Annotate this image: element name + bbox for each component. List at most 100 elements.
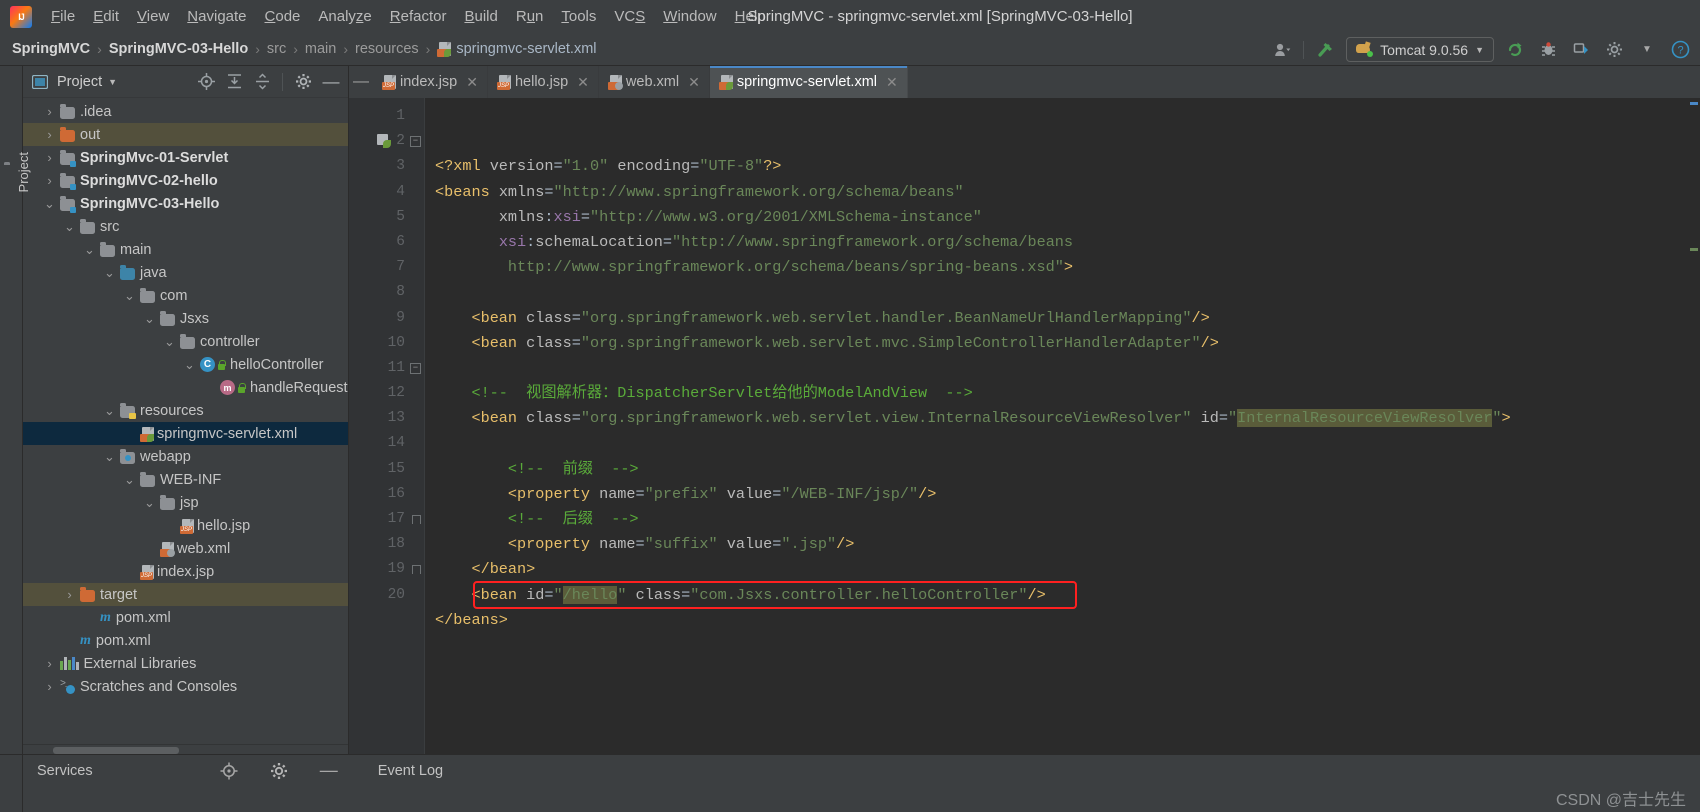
run-configuration-selector[interactable]: Tomcat 9.0.56 ▼ [1346, 37, 1494, 62]
tree-node-handlerequest[interactable]: m handleRequest [23, 376, 348, 399]
tree-node-pom-xml[interactable]: m pom.xml [23, 629, 348, 652]
chevron-down-icon[interactable]: ⌄ [123, 288, 136, 304]
tree-node-index-jsp[interactable]: JSP index.jsp [23, 560, 348, 583]
code-line-15[interactable]: <!-- 后缀 --> [425, 507, 1688, 532]
project-scope-chevron-down-icon[interactable]: ▼ [108, 77, 117, 87]
chevron-right-icon[interactable]: › [43, 104, 56, 119]
services-tab[interactable]: Services [23, 763, 93, 779]
tree-node-springmvc-03-hello[interactable]: ⌄ SpringMVC-03-Hello [23, 192, 348, 215]
fold-end-marker[interactable] [412, 515, 421, 524]
chevron-down-icon[interactable]: ⌄ [43, 196, 56, 212]
tree-node-scratches-and-consoles[interactable]: › >_ Scratches and Consoles [23, 675, 348, 698]
tree-node--idea[interactable]: › .idea [23, 100, 348, 123]
hide-minus-icon[interactable]: — [320, 71, 342, 93]
tree-node-springmvc-01-servlet[interactable]: › SpringMvc-01-Servlet [23, 146, 348, 169]
code-line-13[interactable]: <!-- 前缀 --> [425, 457, 1688, 482]
chevron-down-icon[interactable]: ⌄ [103, 449, 116, 465]
code-line-20[interactable] [425, 633, 1688, 658]
tree-node-out[interactable]: › out [23, 123, 348, 146]
chevron-down-icon[interactable]: ⌄ [183, 357, 196, 373]
event-log-tab[interactable]: Event Log [378, 763, 443, 779]
code-line-7[interactable]: <bean class="org.springframework.web.ser… [425, 306, 1688, 331]
code-line-18[interactable]: <bean id="/hello" class="com.Jsxs.contro… [425, 583, 1688, 608]
tree-node-main[interactable]: ⌄ main [23, 238, 348, 261]
fold-end-marker[interactable] [412, 565, 421, 575]
code-line-14[interactable]: <property name="prefix" value="/WEB-INF/… [425, 482, 1688, 507]
breadcrumb-springmvc[interactable]: SpringMVC [12, 41, 90, 57]
settings-gear-icon[interactable] [1602, 38, 1626, 62]
editor-tab-web-xml[interactable]: web.xml ✕ [598, 66, 710, 98]
editor-tab-hello-jsp[interactable]: JSP hello.jsp ✕ [487, 66, 599, 98]
scrollbar-thumb[interactable] [53, 747, 179, 754]
code-line-16[interactable]: <property name="suffix" value=".jsp"/> [425, 532, 1688, 557]
code-content[interactable]: <?xml version="1.0" encoding="UTF-8"?> <b… [425, 98, 1688, 754]
editor-tab-springmvc-servlet-xml[interactable]: springmvc-servlet.xml ✕ [709, 66, 908, 98]
menu-item-navigate[interactable]: Navigate [178, 5, 255, 28]
menu-item-vcs[interactable]: VCS [605, 5, 654, 28]
chevron-down-icon[interactable]: ⌄ [143, 311, 156, 327]
spring-bean-gutter-icon[interactable] [377, 134, 391, 149]
breadcrumb-main[interactable]: main [305, 41, 336, 57]
tree-node-webapp[interactable]: ⌄ webapp [23, 445, 348, 468]
code-line-10[interactable]: <!-- 视图解析器：DispatcherServlet给他的ModelAndV… [425, 381, 1688, 406]
chevron-right-icon[interactable]: › [43, 127, 56, 142]
tree-node-jsp[interactable]: ⌄ jsp [23, 491, 348, 514]
menu-item-refactor[interactable]: Refactor [381, 5, 456, 28]
fold-collapse-icon[interactable]: − [410, 362, 421, 374]
code-line-19[interactable]: </beans> [425, 608, 1688, 633]
project-horizontal-scrollbar[interactable] [23, 744, 348, 754]
menu-item-window[interactable]: Window [654, 5, 725, 28]
menu-item-code[interactable]: Code [256, 5, 310, 28]
expand-all-icon[interactable] [223, 71, 245, 93]
chevron-right-icon[interactable]: › [43, 679, 56, 694]
chevron-down-icon[interactable]: ▼ [1635, 38, 1659, 62]
chevron-down-icon[interactable]: ⌄ [103, 265, 116, 281]
tree-node-java[interactable]: ⌄ java [23, 261, 348, 284]
chevron-down-icon[interactable]: ⌄ [103, 403, 116, 419]
tree-node-hello-jsp[interactable]: JSP hello.jsp [23, 514, 348, 537]
breadcrumb-src[interactable]: src [267, 41, 286, 57]
tree-node-web-inf[interactable]: ⌄ WEB-INF [23, 468, 348, 491]
close-icon[interactable]: ✕ [688, 74, 700, 91]
code-line-9[interactable] [425, 356, 1688, 381]
menu-item-edit[interactable]: Edit [84, 5, 128, 28]
updating-icon[interactable] [1569, 38, 1593, 62]
close-icon[interactable]: ✕ [577, 74, 589, 91]
chevron-right-icon[interactable]: › [43, 656, 56, 671]
hide-minus-icon[interactable]: — [349, 66, 373, 98]
code-line-1[interactable]: <?xml version="1.0" encoding="UTF-8"?> [425, 154, 1688, 179]
menu-item-help[interactable]: Help [726, 5, 775, 28]
run-restart-icon[interactable] [1503, 38, 1527, 62]
collapse-all-icon[interactable] [251, 71, 273, 93]
chevron-down-icon[interactable]: ⌄ [63, 219, 76, 235]
locate-target-icon[interactable] [218, 760, 240, 782]
chevron-down-icon[interactable]: ⌄ [123, 472, 136, 488]
tree-node-hellocontroller[interactable]: ⌄ ChelloController [23, 353, 348, 376]
menu-item-analyze[interactable]: Analyze [309, 5, 380, 28]
menu-item-view[interactable]: View [128, 5, 178, 28]
debug-icon[interactable] [1536, 38, 1560, 62]
code-line-2[interactable]: <beans xmlns="http://www.springframework… [425, 180, 1688, 205]
chevron-down-icon[interactable]: ⌄ [143, 495, 156, 511]
breadcrumb-resources[interactable]: resources [355, 41, 419, 57]
settings-gear-icon[interactable] [292, 71, 314, 93]
chevron-down-icon[interactable]: ⌄ [163, 334, 176, 350]
user-avatar-icon[interactable] [1270, 38, 1294, 62]
code-line-4[interactable]: xsi:schemaLocation="http://www.springfra… [425, 230, 1688, 255]
code-line-17[interactable]: </bean> [425, 557, 1688, 582]
tree-node-pom-xml[interactable]: m pom.xml [23, 606, 348, 629]
tree-node-web-xml[interactable]: web.xml [23, 537, 348, 560]
tree-node-target[interactable]: › target [23, 583, 348, 606]
tree-node-springmvc-servlet-xml[interactable]: springmvc-servlet.xml [23, 422, 348, 445]
tree-node-external-libraries[interactable]: › External Libraries [23, 652, 348, 675]
tree-node-resources[interactable]: ⌄ resources [23, 399, 348, 422]
chevron-right-icon[interactable]: › [43, 173, 56, 188]
menu-item-run[interactable]: Run [507, 5, 553, 28]
code-line-3[interactable]: xmlns:xsi="http://www.w3.org/2001/XMLSch… [425, 205, 1688, 230]
tree-node-jsxs[interactable]: ⌄ Jsxs [23, 307, 348, 330]
chevron-right-icon[interactable]: › [43, 150, 56, 165]
code-line-5[interactable]: http://www.springframework.org/schema/be… [425, 255, 1688, 280]
close-icon[interactable]: ✕ [886, 74, 898, 91]
code-editor[interactable]: 1 2− 3 4 5 6 7 8 9 10 11− 12 13 14 15 16 17 18 19 20 <?xml … [349, 98, 1700, 754]
build-hammer-icon[interactable] [1313, 38, 1337, 62]
